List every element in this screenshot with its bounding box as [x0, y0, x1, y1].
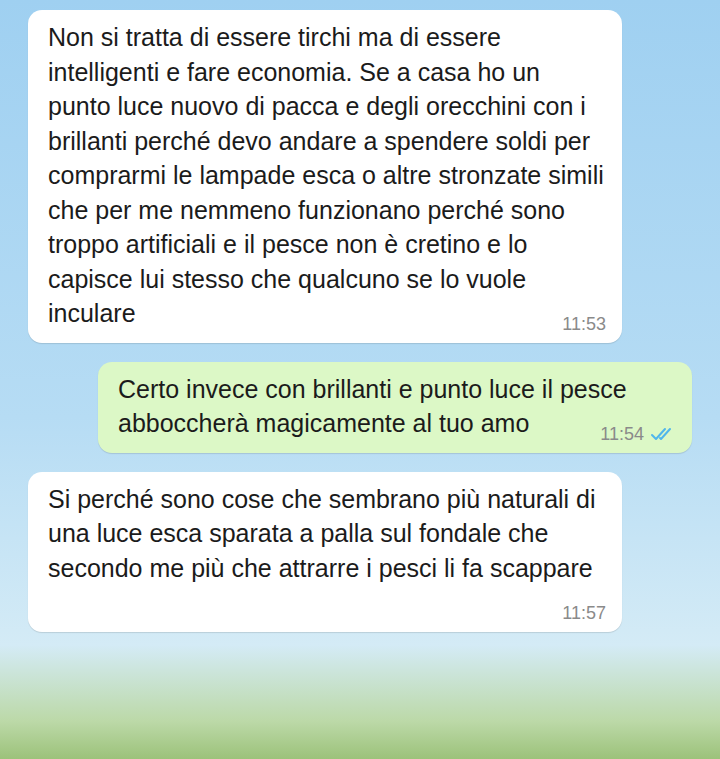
message-meta: 11:53: [562, 314, 606, 335]
message-text: Si perché sono cose che sembrano più nat…: [48, 482, 604, 620]
outgoing-message[interactable]: Certo invece con brillanti e punto luce …: [98, 362, 692, 453]
message-text: Non si tratta di essere tirchi ma di ess…: [48, 20, 604, 331]
message-time: 11:57: [562, 603, 606, 624]
message-meta: 11:57: [562, 603, 606, 624]
message-meta: 11:54: [600, 424, 676, 445]
message-time: 11:53: [562, 314, 606, 335]
message-text: Certo invece con brillanti e punto luce …: [118, 372, 674, 441]
message-time: 11:54: [600, 424, 644, 445]
incoming-message[interactable]: Si perché sono cose che sembrano più nat…: [28, 472, 622, 632]
double-check-icon: [650, 426, 676, 442]
message-list: Non si tratta di essere tirchi ma di ess…: [0, 0, 720, 640]
incoming-message[interactable]: Non si tratta di essere tirchi ma di ess…: [28, 10, 622, 343]
chat-background: Non si tratta di essere tirchi ma di ess…: [0, 0, 720, 759]
